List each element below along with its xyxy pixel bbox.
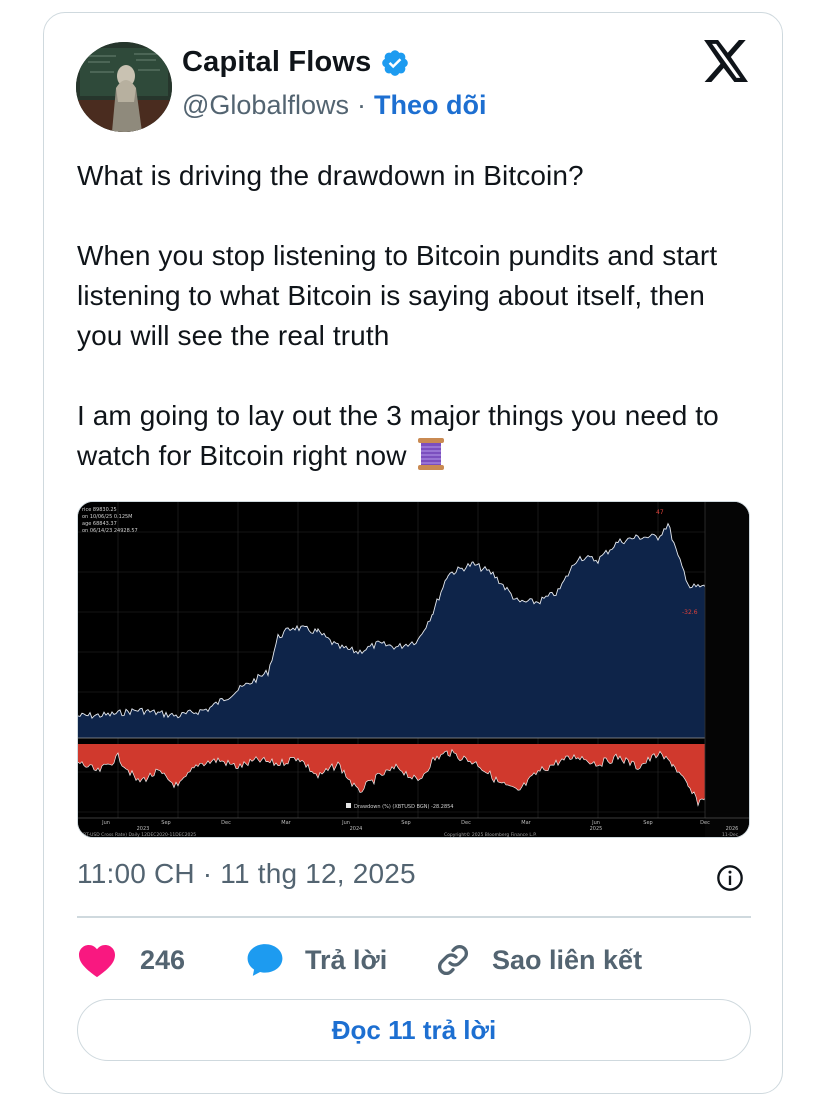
display-name[interactable]: Capital Flows [182, 46, 372, 79]
reply-label: Trả lời [305, 944, 388, 975]
peak-label: 47 [656, 509, 664, 516]
x-tick-year: 2023 [137, 826, 150, 832]
x-tick-month: Dec [700, 820, 710, 826]
x-tick-month: Mar [281, 820, 291, 826]
legend-line-2: on 10/06/25 0.125M [82, 514, 133, 520]
x-tick-month: Sep [643, 820, 652, 826]
reply-bubble-icon [247, 944, 283, 976]
legend-line-4: on 06/14/23 24928.57 [82, 528, 138, 534]
follow-button[interactable]: Theo dõi [374, 90, 486, 121]
footer-right: 11-Dec [722, 832, 739, 838]
drawdown-pct-label: -32.6 [682, 609, 698, 616]
drawdown-zero-band [78, 744, 705, 748]
author-name-row: Capital Flows [182, 46, 410, 79]
x-tick-month: Sep [401, 820, 410, 826]
heart-icon [79, 944, 115, 978]
tweet-paragraph-3-text: I am going to lay out the 3 major things… [77, 400, 719, 471]
copy-link-label: Sao liên kết [492, 944, 643, 975]
avatar-image [76, 42, 172, 132]
info-icon[interactable] [716, 864, 744, 892]
tweet-actions: 246 Trả lời Sao liên kết [77, 938, 751, 982]
read-replies-button[interactable]: Đọc 11 trả lời [77, 999, 751, 1061]
divider [77, 916, 751, 918]
legend-line-3: age 68843.37 [82, 521, 117, 527]
x-tick-month: Dec [461, 820, 471, 826]
x-logo-icon[interactable] [704, 40, 750, 82]
like-button[interactable]: 246 [77, 938, 185, 982]
like-count: 246 [140, 944, 186, 975]
x-tick-year: 2024 [350, 826, 363, 832]
x-tick-month: Sep [161, 820, 170, 826]
x-tick-month: Jun [101, 820, 110, 826]
footer-center: Copyright© 2025 Bloomberg Finance L.P. [444, 831, 537, 838]
bitcoin-price-drawdown-chart: rice 89830.25 on 10/06/25 0.125M age 688… [78, 502, 749, 838]
reply-button[interactable]: Trả lời [246, 938, 387, 982]
tweet-timestamp[interactable]: 11:00 CH · 11 thg 12, 2025 [77, 858, 416, 890]
avatar[interactable] [76, 42, 172, 132]
footer-left: XBT-USD Cross Rate) Daily 12DEC2020-11DE… [80, 832, 196, 838]
tweet-text: What is driving the drawdown in Bitcoin?… [77, 156, 757, 476]
copy-link-button[interactable]: Sao liên kết [435, 938, 642, 982]
svg-text:Drawdown (%) (XBTUSD BGN) -28: Drawdown (%) (XBTUSD BGN) -28.2854 [354, 804, 454, 810]
separator-dot: · [356, 90, 366, 120]
thread-spool-icon [417, 438, 444, 470]
author-handle-row: @Globalflows · Theo dõi [182, 90, 486, 121]
tweet-chart-image[interactable]: rice 89830.25 on 10/06/25 0.125M age 688… [77, 501, 750, 838]
x-tick-month: Dec [221, 820, 231, 826]
drawdown-legend: Drawdown (%) (XBTUSD BGN) -28.2854 [346, 803, 454, 810]
verified-badge-icon [381, 49, 408, 76]
tweet-paragraph-3: I am going to lay out the 3 major things… [77, 396, 757, 476]
legend-line-1: rice 89830.25 [82, 507, 117, 513]
x-tick-year: 2025 [590, 826, 603, 832]
tweet-paragraph-1: What is driving the drawdown in Bitcoin? [77, 160, 584, 191]
author-handle[interactable]: @Globalflows [182, 90, 349, 121]
x-tick-month: Jun [341, 820, 350, 826]
x-tick-month: Mar [521, 820, 531, 826]
tweet-paragraph-2: When you stop listening to Bitcoin pundi… [77, 240, 718, 351]
x-tick-year: 2026 [726, 826, 739, 832]
link-icon [438, 945, 468, 975]
